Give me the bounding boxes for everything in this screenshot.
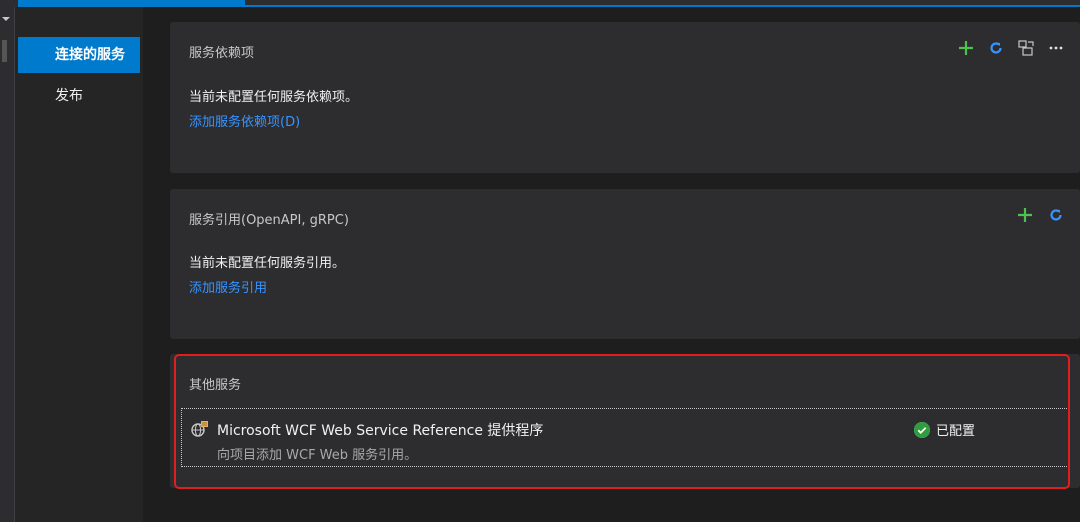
sidebar-item-connected-services[interactable]: 连接的服务 <box>18 37 140 73</box>
chevron-down-icon[interactable] <box>2 17 10 21</box>
service-dependencies-card: 服务依赖项 当前未配置任何服务依赖项。 添加服务依赖项(D) <box>170 22 1080 173</box>
add-service-dependency-link[interactable]: 添加服务依赖项(D) <box>189 111 300 130</box>
left-gutter <box>0 7 15 522</box>
sidebar-item-publish[interactable]: 发布 <box>18 78 140 114</box>
more-icon[interactable] <box>1046 38 1066 58</box>
empty-state-text: 当前未配置任何服务引用。 <box>189 256 346 271</box>
add-icon[interactable] <box>1015 205 1035 225</box>
add-service-reference-link[interactable]: 添加服务引用 <box>189 277 267 296</box>
tab-accent-line <box>245 5 1080 7</box>
sidebar: 连接的服务 发布 <box>15 7 143 522</box>
sidebar-item-label: 发布 <box>55 88 83 104</box>
active-document-tab[interactable] <box>18 0 245 7</box>
service-references-card: 服务引用(OpenAPI, gRPC) 当前未配置任何服务引用。 添加服务引用 <box>170 189 1080 339</box>
connected-services-window: 连接的服务 发布 服务依赖项 当前未配置任何服务依赖项。 添加服务依赖项(D) … <box>0 0 1080 522</box>
manage-icon[interactable] <box>1016 38 1036 58</box>
highlight-annotation <box>174 354 1070 489</box>
tab-strip <box>0 0 1080 7</box>
section-title: 服务引用(OpenAPI, gRPC) <box>189 213 349 228</box>
sidebar-item-label: 连接的服务 <box>55 47 125 63</box>
gutter-marker <box>2 40 7 62</box>
refresh-icon[interactable] <box>986 38 1006 58</box>
add-icon[interactable] <box>956 38 976 58</box>
empty-state-text: 当前未配置任何服务依赖项。 <box>189 90 359 105</box>
section-title: 服务依赖项 <box>189 46 255 61</box>
refresh-icon[interactable] <box>1046 205 1066 225</box>
